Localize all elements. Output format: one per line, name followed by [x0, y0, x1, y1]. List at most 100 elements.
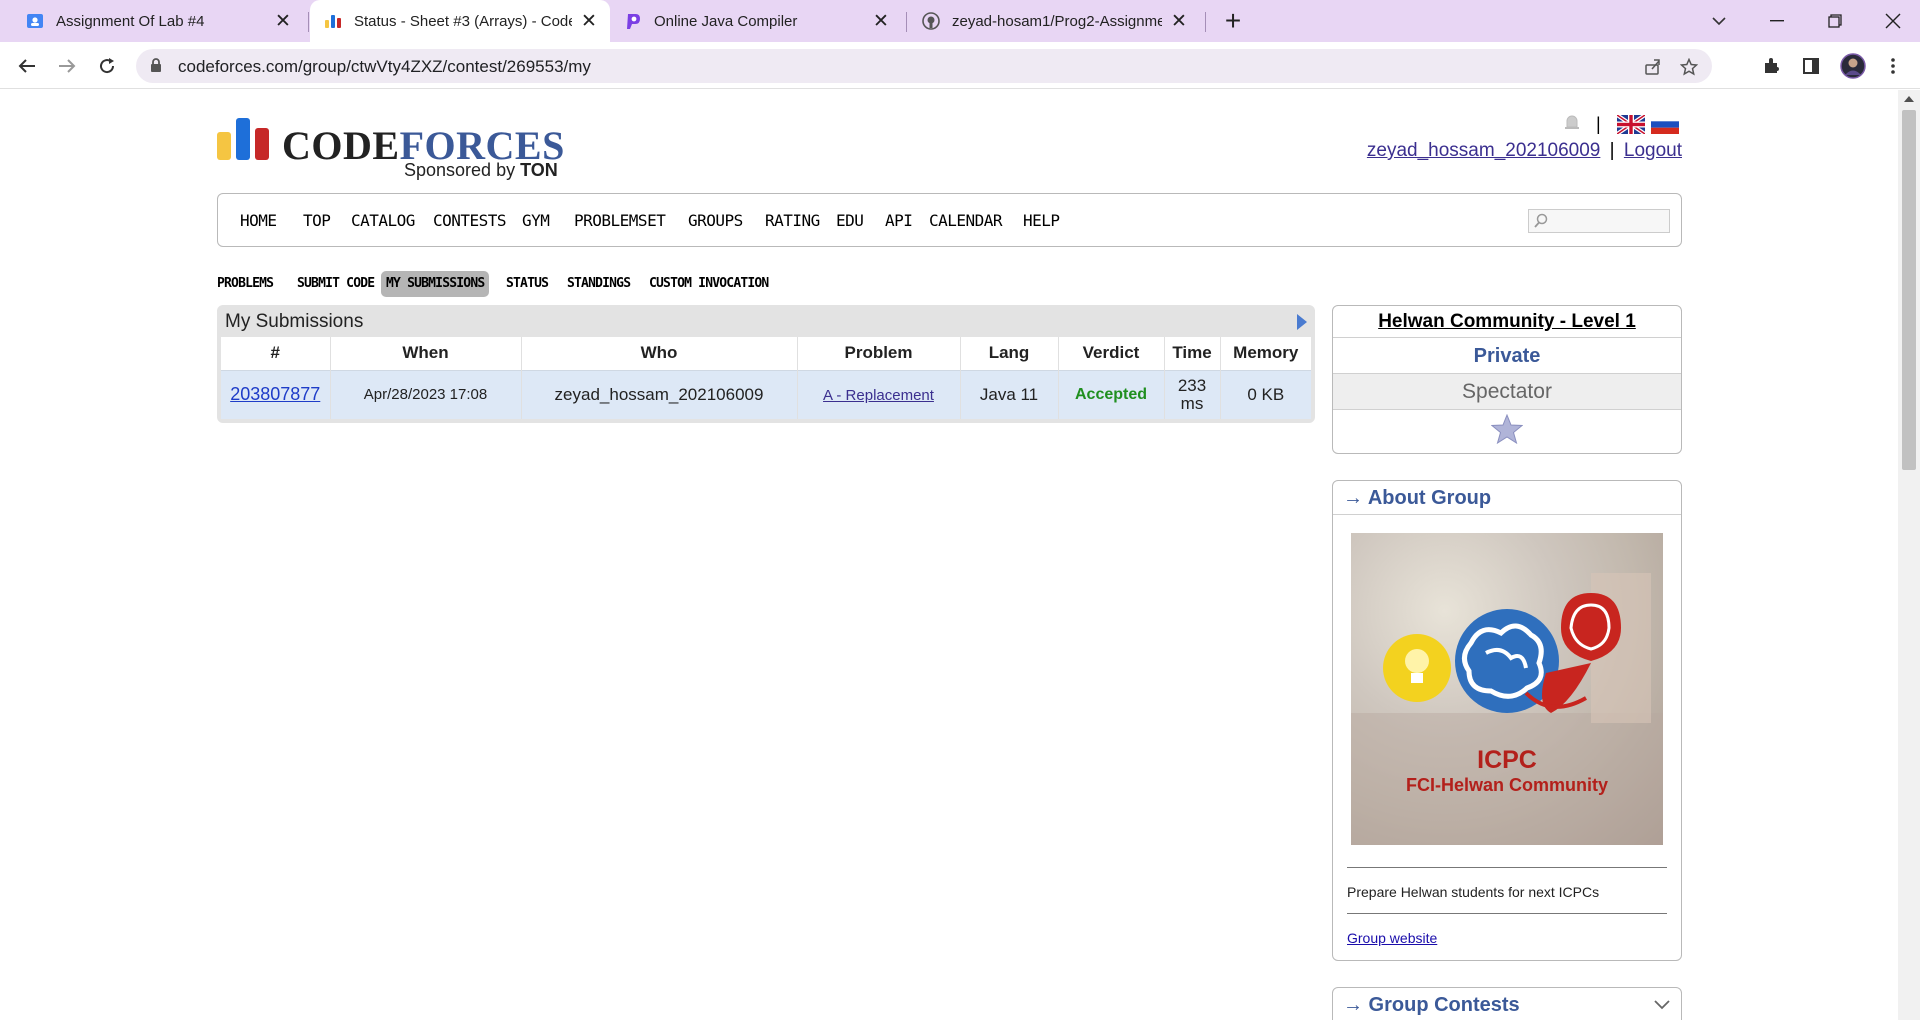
group-contests-box: → Group Contests — [1332, 987, 1682, 1020]
menu-item-home[interactable]: HOME — [240, 211, 277, 230]
column-header: When — [330, 337, 522, 370]
tab-standings[interactable]: STANDINGS — [562, 271, 635, 297]
share-icon[interactable] — [1640, 56, 1666, 78]
group-logo-illustration — [1351, 573, 1663, 845]
tab-search-chevron-icon[interactable] — [1690, 0, 1748, 42]
codeforces-logo[interactable]: CODEFORCES Sponsored by TON — [217, 118, 564, 180]
submission-problem-cell: A - Replacement — [797, 369, 961, 419]
favourite-star-icon[interactable] — [1490, 413, 1524, 449]
browser-tab[interactable]: Online Java Compiler ✕ — [612, 0, 902, 42]
logout-link[interactable]: Logout — [1624, 140, 1682, 161]
scrollbar-thumb[interactable] — [1902, 110, 1916, 470]
chevron-down-icon[interactable] — [1653, 998, 1671, 1016]
browser-tab-strip: Assignment Of Lab #4 ✕ Status - Sheet #3… — [0, 0, 1920, 42]
group-contests-heading[interactable]: → Group Contests — [1333, 988, 1681, 1020]
column-header: # — [221, 337, 331, 370]
menu-item-api[interactable]: API — [885, 211, 913, 230]
menu-item-catalog[interactable]: CATALOG — [351, 211, 415, 230]
group-name-link[interactable]: Helwan Community - Level 1 — [1378, 311, 1636, 332]
forward-icon[interactable] — [52, 51, 82, 81]
notification-bell-icon[interactable] — [1562, 112, 1582, 137]
tab-submit-code[interactable]: SUBMIT CODE — [292, 271, 379, 297]
menu-item-gym[interactable]: GYM — [522, 211, 550, 230]
logo-bar-yellow — [217, 132, 231, 160]
menu-item-groups[interactable]: GROUPS — [688, 211, 743, 230]
close-tab-icon[interactable]: ✕ — [272, 10, 294, 32]
group-description: Prepare Helwan students for next ICPCs — [1347, 884, 1600, 900]
main-menu: HOME TOP CATALOG CONTESTS GYM PROBLEMSET… — [217, 193, 1682, 247]
search-input[interactable] — [1528, 209, 1670, 233]
tab-problems[interactable]: PROBLEMS — [212, 271, 278, 297]
group-website-link[interactable]: Group website — [1347, 930, 1437, 946]
tab-separator — [906, 12, 907, 32]
logo-bars-icon — [217, 118, 269, 160]
group-info-box: Helwan Community - Level 1 Private Spect… — [1332, 305, 1682, 454]
extensions-icon[interactable] — [1756, 51, 1786, 81]
tab-status[interactable]: STATUS — [501, 271, 553, 297]
menu-item-problemset[interactable]: PROBLEMSET — [574, 211, 666, 230]
time-value: 233 — [1177, 375, 1207, 395]
picture-caption-icpc: ICPC — [1477, 746, 1537, 774]
scroll-up-arrow-icon[interactable] — [1904, 96, 1914, 102]
submission-id-cell: 203807877 — [221, 369, 331, 419]
tab-custom-invocation[interactable]: CUSTOM INVOCATION — [644, 271, 773, 297]
tab-title: zeyad-hosam1/Prog2-Assignmer — [952, 12, 1162, 30]
group-privacy: Private — [1333, 338, 1681, 374]
profile-avatar[interactable] — [1838, 51, 1868, 81]
submission-id-link[interactable]: 203807877 — [230, 384, 320, 404]
address-bar[interactable]: codeforces.com/group/ctwVty4ZXZ/contest/… — [136, 49, 1712, 83]
group-name-row: Helwan Community - Level 1 — [1333, 306, 1681, 338]
browser-menu-icon[interactable] — [1878, 51, 1908, 81]
submission-when: Apr/28/2023 17:08 — [330, 369, 522, 419]
menu-item-rating[interactable]: RATING — [765, 211, 820, 230]
column-header: Time — [1164, 337, 1221, 370]
problem-link[interactable]: A - Replacement — [823, 387, 934, 404]
about-group-heading: → About Group — [1333, 481, 1681, 515]
submission-verdict: Accepted — [1058, 369, 1165, 419]
close-tab-icon[interactable]: ✕ — [578, 10, 600, 32]
time-unit: ms — [1180, 393, 1204, 413]
username-link[interactable]: zeyad_hossam_202106009 — [1367, 140, 1600, 161]
picture-caption-community: FCI-Helwan Community — [1405, 775, 1608, 795]
logo-bar-red — [255, 128, 269, 160]
restore-icon[interactable] — [1806, 0, 1864, 42]
new-tab-button[interactable]: + — [1218, 5, 1248, 36]
column-header: Who — [521, 337, 798, 370]
lock-icon[interactable] — [150, 58, 162, 78]
close-tab-icon[interactable]: ✕ — [1168, 10, 1190, 32]
about-group-box: → About Group ICPC FCI-Helwan Community … — [1332, 480, 1682, 961]
github-icon — [922, 12, 940, 30]
back-icon[interactable] — [12, 51, 42, 81]
tab-my-submissions[interactable]: MY SUBMISSIONS — [381, 271, 490, 297]
user-links: zeyad_hossam_202106009 | Logout — [1360, 140, 1682, 162]
english-flag-icon[interactable] — [1616, 115, 1645, 134]
browser-tab-active[interactable]: Status - Sheet #3 (Arrays) - Code ✕ — [310, 0, 610, 42]
side-panel-icon[interactable] — [1796, 51, 1826, 81]
page-scrollbar[interactable] — [1898, 90, 1920, 1020]
tab-separator — [308, 12, 309, 32]
url-text: codeforces.com/group/ctwVty4ZXZ/contest/… — [178, 57, 591, 76]
minimize-icon[interactable] — [1748, 0, 1806, 42]
browser-tab[interactable]: Assignment Of Lab #4 ✕ — [14, 0, 304, 42]
russian-flag-icon[interactable] — [1650, 115, 1679, 134]
codeforces-icon — [324, 12, 342, 30]
language-switcher: | — [1562, 112, 1679, 137]
sponsor-line: Sponsored by TON — [404, 160, 558, 180]
close-window-icon[interactable] — [1864, 0, 1920, 42]
close-tab-icon[interactable]: ✕ — [870, 10, 892, 32]
divider — [1347, 913, 1667, 914]
column-header: Verdict — [1058, 337, 1165, 370]
menu-item-edu[interactable]: EDU — [836, 211, 864, 230]
tab-separator — [1205, 12, 1206, 32]
bookmark-star-icon[interactable] — [1676, 56, 1702, 78]
browser-tab[interactable]: zeyad-hosam1/Prog2-Assignmer ✕ — [910, 0, 1200, 42]
search-icon — [1533, 213, 1549, 234]
menu-item-calendar[interactable]: CALENDAR — [929, 211, 1003, 230]
panel-title: My Submissions — [225, 311, 364, 332]
menu-item-contests[interactable]: CONTESTS — [433, 211, 507, 230]
menu-item-help[interactable]: HELP — [1023, 211, 1060, 230]
expand-arrow-icon[interactable] — [1297, 314, 1307, 330]
menu-item-top[interactable]: TOP — [303, 211, 331, 230]
tab-title: Online Java Compiler — [654, 12, 798, 30]
reload-icon[interactable] — [92, 51, 122, 81]
